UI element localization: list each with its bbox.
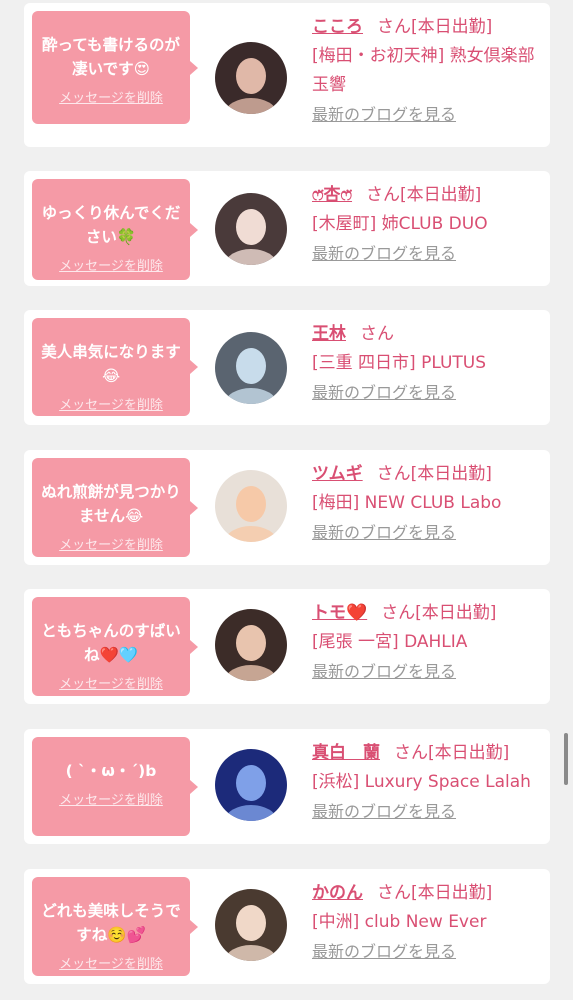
- avatar[interactable]: [215, 42, 287, 114]
- cast-name-link[interactable]: ツムギ: [312, 464, 363, 484]
- shop-location: [尾張 一宮] DAHLIA: [312, 632, 468, 652]
- delete-message-link[interactable]: メッセージを削除: [36, 673, 186, 692]
- cast-name-link[interactable]: トモ❤️: [312, 603, 367, 623]
- delete-message-link[interactable]: メッセージを削除: [36, 394, 186, 413]
- latest-blog-link[interactable]: 最新のブログを見る: [312, 378, 456, 407]
- avatar[interactable]: [215, 332, 287, 404]
- message-text: どれも美味しそうですね☺️💕: [41, 902, 181, 944]
- today-badge: [本日出勤]: [415, 603, 497, 623]
- avatar-image: [215, 332, 287, 404]
- message-bubble: 美人串気になります😂 メッセージを削除: [32, 318, 198, 416]
- message-card: 美人串気になります😂 メッセージを削除 王林 さん [三重 四日市] PLUTUS 最新の…: [24, 310, 550, 425]
- cast-info: トモ❤️ さん[本日出勤] [尾張 一宮] DAHLIA 最新のブログを見る: [312, 599, 542, 687]
- cast-info: こころ さん[本日出勤] [梅田・お初天神] 熟女倶楽部 玉響最新のブログを見る: [312, 13, 542, 130]
- message-card: ( ˋ・ω・ˊ)b メッセージを削除 真白 蘭さん[本日出勤] [浜松] Luxury…: [24, 729, 550, 844]
- message-bubble: 酔っても書けるのが凄いです😍 メッセージを削除: [32, 11, 198, 124]
- cast-name-link[interactable]: こころ: [312, 17, 363, 37]
- message-card: どれも美味しそうですね☺️💕 メッセージを削除 かのん さん[本日出勤] [中洲] cl…: [24, 869, 550, 984]
- cast-info: 王林 さん [三重 四日市] PLUTUS 最新のブログを見る: [312, 320, 542, 408]
- message-bubble: ゆっくり休んでください🍀 メッセージを削除: [32, 179, 198, 280]
- cast-info: 真白 蘭さん[本日出勤] [浜松] Luxury Space Lalah 最新のブロ…: [312, 739, 542, 827]
- honorific: さん: [366, 185, 401, 205]
- message-text: ゆっくり休んでください🍀: [41, 204, 181, 246]
- honorific: さん: [377, 883, 411, 903]
- shop-location: [三重 四日市] PLUTUS: [312, 353, 487, 373]
- today-badge: [本日出勤]: [428, 743, 510, 763]
- latest-blog-link[interactable]: 最新のブログを見る: [312, 657, 456, 686]
- honorific: さん: [394, 743, 428, 763]
- message-bubble: どれも美味しそうですね☺️💕 メッセージを削除: [32, 877, 198, 976]
- honorific: さん: [381, 603, 416, 623]
- delete-message-link[interactable]: メッセージを削除: [36, 87, 186, 106]
- cast-info: かのん さん[本日出勤] [中洲] club New Ever 最新のブログを見る: [312, 879, 542, 967]
- cast-name-link[interactable]: かのん: [312, 883, 363, 903]
- latest-blog-link[interactable]: 最新のブログを見る: [312, 518, 456, 547]
- cast-info: ツムギ さん[本日出勤] [梅田] NEW CLUB Labo 最新のブログを見る: [312, 460, 542, 548]
- avatar[interactable]: [215, 470, 287, 542]
- message-text: 美人串気になります😂: [41, 343, 181, 385]
- avatar-image: [215, 889, 287, 961]
- cast-name-link[interactable]: 王林: [312, 324, 346, 344]
- today-badge: [本日出勤]: [411, 883, 493, 903]
- message-text: 酔っても書けるのが凄いです😍: [42, 36, 180, 78]
- today-badge: [本日出勤]: [411, 17, 493, 37]
- delete-message-link[interactable]: メッセージを削除: [36, 789, 186, 808]
- avatar[interactable]: [215, 609, 287, 681]
- shop-location: [梅田] NEW CLUB Labo: [312, 493, 502, 513]
- avatar-image: [215, 749, 287, 821]
- avatar[interactable]: [215, 749, 287, 821]
- scrollbar[interactable]: [564, 733, 568, 785]
- avatar[interactable]: [215, 889, 287, 961]
- avatar-image: [215, 193, 287, 265]
- message-text: ぬれ煎餅が見つかりません😂: [41, 483, 181, 525]
- message-card: 酔っても書けるのが凄いです😍 メッセージを削除 こころ さん[本日出勤] [梅田・お初天…: [24, 3, 550, 147]
- message-text: ( ˋ・ω・ˊ)b: [65, 762, 157, 780]
- shop-location: [浜松] Luxury Space Lalah: [312, 772, 531, 792]
- message-bubble: ともちゃんのすばいね❤️🩵 メッセージを削除: [32, 597, 198, 696]
- avatar-image: [215, 609, 287, 681]
- honorific: さん: [377, 17, 411, 37]
- message-text: ともちゃんのすばいね❤️🩵: [41, 622, 181, 664]
- delete-message-link[interactable]: メッセージを削除: [36, 953, 186, 972]
- latest-blog-link[interactable]: 最新のブログを見る: [312, 239, 456, 268]
- cast-name-link[interactable]: 真白 蘭: [312, 743, 380, 763]
- shop-location: [梅田・お初天神] 熟女倶楽部 玉響: [312, 46, 535, 95]
- avatar[interactable]: [215, 193, 287, 265]
- message-bubble: ぬれ煎餅が見つかりません😂 メッセージを削除: [32, 458, 198, 557]
- today-badge: [本日出勤]: [400, 185, 482, 205]
- honorific: さん: [360, 324, 394, 344]
- message-card: ぬれ煎餅が見つかりません😂 メッセージを削除 ツムギ さん[本日出勤] [梅田] NEW…: [24, 450, 550, 565]
- message-card: ゆっくり休んでください🍀 メッセージを削除 ෆ̈杏ෆ̈ さん[本日出勤] [木屋町] 姉…: [24, 171, 550, 286]
- today-badge: [本日出勤]: [410, 464, 492, 484]
- cast-info: ෆ̈杏ෆ̈ さん[本日出勤] [木屋町] 姉CLUB DUO 最新のブログを見る: [312, 181, 542, 269]
- latest-blog-link[interactable]: 最新のブログを見る: [312, 937, 456, 966]
- message-card: ともちゃんのすばいね❤️🩵 メッセージを削除 トモ❤️ さん[本日出勤] [尾張 一宮]…: [24, 589, 550, 704]
- shop-location: [木屋町] 姉CLUB DUO: [312, 214, 488, 234]
- latest-blog-link[interactable]: 最新のブログを見る: [312, 797, 456, 826]
- avatar-image: [215, 470, 287, 542]
- message-bubble: ( ˋ・ω・ˊ)b メッセージを削除: [32, 737, 198, 836]
- delete-message-link[interactable]: メッセージを削除: [36, 255, 186, 274]
- latest-blog-link[interactable]: 最新のブログを見る: [312, 100, 456, 129]
- shop-location: [中洲] club New Ever: [312, 912, 487, 932]
- avatar-image: [215, 42, 287, 114]
- cast-name-link[interactable]: ෆ̈杏ෆ̈: [312, 185, 352, 205]
- honorific: さん: [376, 464, 411, 484]
- delete-message-link[interactable]: メッセージを削除: [36, 534, 186, 553]
